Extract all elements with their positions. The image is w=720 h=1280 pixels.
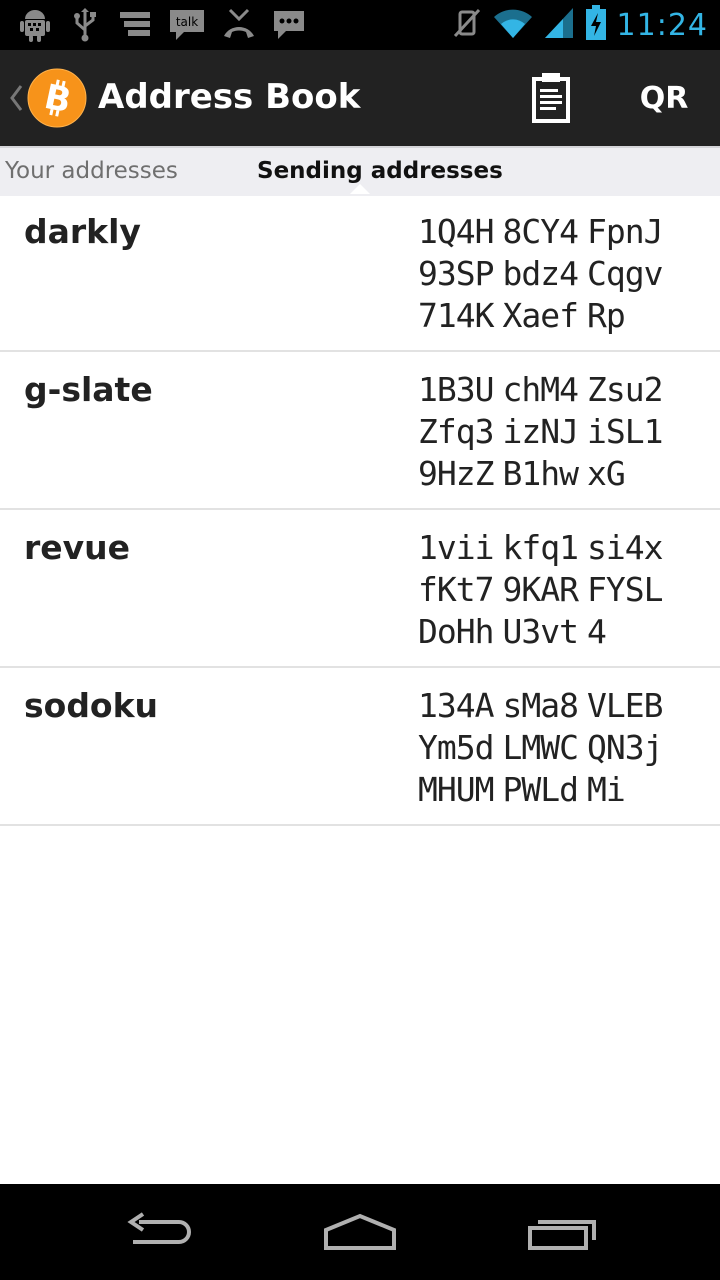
back-icon <box>127 1212 191 1244</box>
page-title: Address Book <box>98 77 361 117</box>
bitcoin-address: 134A sMa8 VLEB Ym5d LMWC QN3j MHUM PWLd Mi <box>418 684 718 810</box>
address-chunk: 4 <box>586 611 607 651</box>
address-row[interactable]: revue 1vii kfq1 si4x fKt7 9KAR FYSL DoHh U3vt 4 <box>0 510 720 668</box>
address-label: revue <box>24 528 131 567</box>
address-chunk: Ym5d <box>418 727 494 767</box>
bitcoin-address: 1Q4H 8CY4 FpnJ 93SP bdz4 Cqgv 714K Xaef Rp <box>418 210 718 336</box>
screen: talk 11:24 B Address Book QR Your addres… <box>0 0 720 1280</box>
address-chunk: kfq1 <box>502 527 578 567</box>
action-bar: B Address Book QR <box>0 50 720 146</box>
back-button[interactable] <box>110 1204 210 1260</box>
address-chunk: U3vt <box>502 611 578 651</box>
address-chunk: Zsu2 <box>586 369 663 409</box>
tab-your-addresses[interactable]: Your addresses <box>5 158 178 184</box>
address-line: 1Q4H 8CY4 FpnJ <box>418 210 718 252</box>
usb-icon <box>68 8 102 42</box>
up-chevron-icon[interactable] <box>8 82 24 114</box>
clipboard-icon <box>532 73 570 123</box>
address-chunk: Zfq3 <box>418 411 494 451</box>
address-label: g-slate <box>24 370 153 409</box>
address-chunk: 1B3U <box>418 369 494 409</box>
status-right: 11:24 <box>451 0 708 50</box>
address-chunk: 134A <box>418 685 494 725</box>
bitcoin-logo-icon[interactable]: B <box>27 68 87 128</box>
address-chunk: sMa8 <box>502 685 578 725</box>
address-line: MHUM PWLd Mi <box>418 768 718 810</box>
paste-clipboard-button[interactable] <box>520 67 582 129</box>
battery-charging-icon <box>585 4 607 46</box>
address-list: darkly 1Q4H 8CY4 FpnJ 93SP bdz4 Cqgv 714K Xaef Rp… <box>0 194 720 826</box>
address-chunk: FYSL <box>586 569 663 609</box>
tab-strip: Your addresses Sending addresses <box>0 146 720 196</box>
bitcoin-address: 1vii kfq1 si4x fKt7 9KAR FYSL DoHh U3vt 4 <box>418 526 718 652</box>
address-chunk: 93SP <box>418 253 494 293</box>
address-chunk: Cqgv <box>586 253 663 293</box>
address-line: 9HzZ B1hw xG <box>418 452 718 494</box>
address-chunk: izNJ <box>502 411 578 451</box>
storage-icon <box>118 8 152 42</box>
address-chunk: 8CY4 <box>502 211 578 251</box>
address-chunk: fKt7 <box>418 569 494 609</box>
clock: 11:24 <box>616 7 708 43</box>
address-chunk: Mi <box>586 769 626 809</box>
address-line: fKt7 9KAR FYSL <box>418 568 718 610</box>
address-label: sodoku <box>24 686 159 725</box>
home-button[interactable] <box>310 1204 410 1260</box>
vibrate-off-icon <box>451 6 483 45</box>
sms-icon <box>272 8 306 42</box>
address-chunk: si4x <box>586 527 663 567</box>
address-chunk: DoHh <box>418 611 494 651</box>
navigation-bar <box>0 1184 720 1280</box>
qr-button[interactable]: QR <box>620 67 708 129</box>
address-row[interactable]: darkly 1Q4H 8CY4 FpnJ 93SP bdz4 Cqgv 714K Xaef Rp <box>0 194 720 352</box>
address-row[interactable]: g-slate 1B3U chM4 Zsu2 Zfq3 izNJ iSL1 9HzZ B1hw x… <box>0 352 720 510</box>
address-chunk: chM4 <box>502 369 578 409</box>
address-chunk: 1vii <box>418 527 494 567</box>
selected-tab-indicator <box>350 184 370 194</box>
talk-icon: talk <box>168 8 206 42</box>
address-line: 93SP bdz4 Cqgv <box>418 252 718 294</box>
address-chunk: xG <box>586 453 626 493</box>
android-debug-icon <box>18 8 52 42</box>
address-chunk: B1hw <box>502 453 578 493</box>
address-chunk: Rp <box>586 295 626 335</box>
address-chunk: LMWC <box>502 727 578 767</box>
address-chunk: MHUM <box>418 769 494 809</box>
address-line: DoHh U3vt 4 <box>418 610 718 652</box>
signal-icon <box>543 6 575 45</box>
recent-apps-icon <box>528 1220 596 1250</box>
address-chunk: 9KAR <box>502 569 578 609</box>
address-line: 1B3U chM4 Zsu2 <box>418 368 718 410</box>
address-line: Zfq3 izNJ iSL1 <box>418 410 718 452</box>
address-line: Ym5d LMWC QN3j <box>418 726 718 768</box>
address-chunk: QN3j <box>586 727 663 767</box>
address-chunk: 1Q4H <box>418 211 494 251</box>
bitcoin-address: 1B3U chM4 Zsu2 Zfq3 izNJ iSL1 9HzZ B1hw xG <box>418 368 718 494</box>
address-chunk: PWLd <box>502 769 578 809</box>
tab-sending-addresses[interactable]: Sending addresses <box>257 158 503 184</box>
svg-text:talk: talk <box>176 15 198 29</box>
missed-call-icon <box>222 8 256 42</box>
address-chunk: Xaef <box>502 295 578 335</box>
address-label: darkly <box>24 212 141 251</box>
wifi-icon <box>493 6 533 45</box>
address-line: 134A sMa8 VLEB <box>418 684 718 726</box>
address-line: 714K Xaef Rp <box>418 294 718 336</box>
address-chunk: iSL1 <box>586 411 663 451</box>
home-icon <box>324 1213 396 1250</box>
status-bar: talk 11:24 <box>0 0 720 50</box>
address-row[interactable]: sodoku 134A sMa8 VLEB Ym5d LMWC QN3j MHUM PWLd Mi <box>0 668 720 826</box>
address-line: 1vii kfq1 si4x <box>418 526 718 568</box>
address-chunk: bdz4 <box>502 253 578 293</box>
address-chunk: FpnJ <box>586 211 663 251</box>
address-chunk: 9HzZ <box>418 453 494 493</box>
address-chunk: VLEB <box>586 685 663 725</box>
notification-icons: talk <box>0 0 306 50</box>
address-chunk: 714K <box>418 295 494 335</box>
recent-apps-button[interactable] <box>512 1204 612 1260</box>
